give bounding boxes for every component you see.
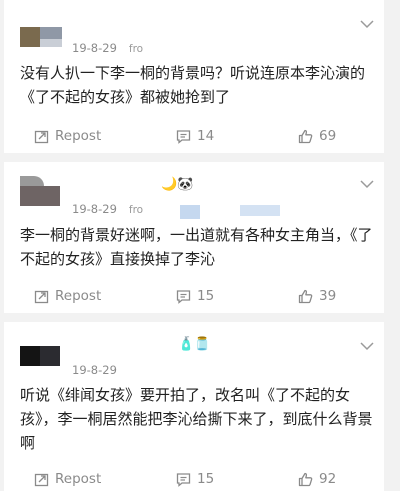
thumbs-up-icon — [298, 472, 313, 486]
post-text: 李一桐的背景好迷啊，一出道就有各种女主角当，《了不起的女孩》直接换掉了李沁 — [20, 226, 373, 268]
comment-feed: 19-8-29 fro 没有人扒一下李一桐的背景吗？听说连原本李沁演的《了不起的女… — [0, 0, 400, 491]
post-meta: 19-8-29 fro — [72, 202, 143, 216]
like-button[interactable]: 92 — [298, 469, 336, 489]
thumbs-up-icon — [298, 129, 313, 143]
post-text: 听说《绯闻女孩》要开拍了，改名叫《了不起的女孩》，李一桐居然能把李沁给撕下来了，… — [20, 386, 373, 452]
comment-count: 14 — [197, 128, 215, 144]
post-date: 19-8-29 — [72, 363, 117, 377]
like-button[interactable]: 39 — [298, 286, 336, 306]
emoji-badges: 🌙🐼 — [161, 177, 194, 192]
like-count: 39 — [319, 288, 337, 304]
chevron-down-icon[interactable] — [360, 342, 374, 351]
comment-card: 19-8-29 fro 没有人扒一下李一桐的背景吗？听说连原本李沁演的《了不起的女… — [4, 0, 384, 153]
post-actions: Repost 15 39 — [4, 286, 384, 306]
post-text: 没有人扒一下李一桐的背景吗？听说连原本李沁演的《了不起的女孩》都被她抢到了 — [20, 64, 366, 106]
repost-icon — [34, 473, 49, 486]
post-actions: Repost 15 92 — [4, 469, 384, 489]
thumbs-up-icon — [298, 289, 313, 303]
avatar[interactable] — [20, 24, 64, 54]
comment-icon — [176, 472, 191, 487]
comment-count: 15 — [197, 288, 215, 304]
post-actions: Repost 14 69 — [4, 126, 384, 146]
repost-icon — [34, 130, 49, 143]
redacted-block — [180, 205, 200, 219]
repost-label: Repost — [55, 471, 102, 487]
comment-card: 🌙🐼 19-8-29 fro 李一桐的背景好迷啊，一出道就有各种女主角当，《了不起… — [4, 162, 384, 313]
comment-button[interactable]: 15 — [176, 469, 214, 489]
emoji-badges: 🧴🫙 — [178, 337, 211, 352]
repost-icon — [34, 290, 49, 303]
post-meta: 19-8-29 fro — [72, 41, 143, 55]
like-count: 69 — [319, 128, 337, 144]
post-source: fro — [128, 43, 144, 55]
comment-button[interactable]: 15 — [176, 286, 214, 306]
repost-button[interactable]: Repost — [34, 126, 101, 146]
repost-button[interactable]: Repost — [34, 286, 101, 306]
comment-icon — [176, 289, 191, 304]
post-source: fro — [128, 204, 144, 216]
chevron-down-icon[interactable] — [360, 20, 374, 29]
comment-count: 15 — [197, 471, 215, 487]
post-date: 19-8-29 — [72, 41, 117, 55]
comment-button[interactable]: 14 — [176, 126, 214, 146]
like-count: 92 — [319, 471, 337, 487]
redacted-block — [240, 205, 280, 216]
avatar[interactable] — [20, 346, 64, 376]
avatar[interactable] — [20, 176, 64, 206]
repost-label: Repost — [55, 128, 102, 144]
chevron-down-icon[interactable] — [360, 180, 374, 189]
comment-icon — [176, 129, 191, 144]
post-meta: 19-8-29 — [72, 363, 117, 377]
repost-button[interactable]: Repost — [34, 469, 101, 489]
comment-card: 🧴🫙 19-8-29 听说《绯闻女孩》要开拍了，改名叫《了不起的女孩》，李一桐居… — [4, 322, 384, 491]
repost-label: Repost — [55, 288, 102, 304]
like-button[interactable]: 69 — [298, 126, 336, 146]
post-date: 19-8-29 — [72, 202, 117, 216]
